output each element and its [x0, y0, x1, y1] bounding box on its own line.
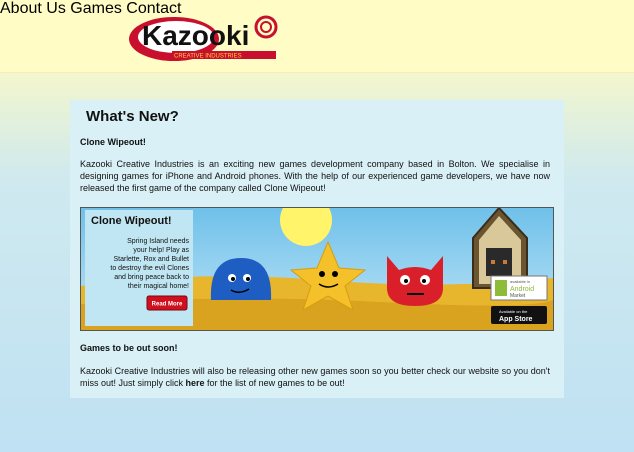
svg-text:their magical home!: their magical home! — [128, 283, 189, 290]
svg-text:available in: available in — [510, 279, 530, 284]
kazooki-logo[interactable]: Kazooki CREATIVE INDUSTRIES — [128, 11, 278, 63]
whats-new-panel: What's New? Clone Wipeout! Kazooki Creat… — [70, 100, 564, 398]
svg-text:your help! Play as: your help! Play as — [133, 247, 189, 254]
svg-text:Market: Market — [510, 293, 526, 299]
svg-text:Android: Android — [510, 286, 534, 293]
logo-text: Kazooki — [142, 20, 249, 51]
android-icon — [495, 280, 507, 296]
site-header: Kazooki CREATIVE INDUSTRIES About Us Gam… — [0, 0, 634, 73]
page-title: What's New? — [86, 108, 179, 125]
here-link[interactable]: here — [186, 378, 205, 388]
svg-text:Spring Island needs: Spring Island needs — [127, 238, 189, 245]
svg-text:and bring peace back to: and bring peace back to — [114, 274, 189, 281]
svg-text:to destroy the evil Clones: to destroy the evil Clones — [110, 265, 189, 272]
svg-text:App Store: App Store — [499, 316, 533, 323]
svg-text:Read More: Read More — [152, 302, 183, 308]
section-text-intro: Kazooki Creative Industries is an exciti… — [80, 159, 550, 193]
nav-games[interactable]: Games — [70, 0, 122, 17]
section-title-clone-wipeout: Clone Wipeout! — [80, 137, 146, 147]
section-title-games-soon: Games to be out soon! — [80, 343, 178, 353]
svg-text:Starlette, Rox and Bullet: Starlette, Rox and Bullet — [114, 256, 190, 263]
svg-text:Available on the: Available on the — [499, 309, 528, 314]
logo-tagline: CREATIVE INDUSTRIES — [174, 54, 242, 60]
banner-title: Clone Wipeout! — [91, 215, 172, 227]
banner-illustration: available in Android Market Available on… — [81, 208, 553, 330]
section-text-games-soon: Kazooki Creative Industries will also be… — [80, 366, 550, 388]
game-banner[interactable]: available in Android Market Available on… — [80, 207, 554, 331]
nav-about-us[interactable]: About Us — [0, 0, 66, 17]
